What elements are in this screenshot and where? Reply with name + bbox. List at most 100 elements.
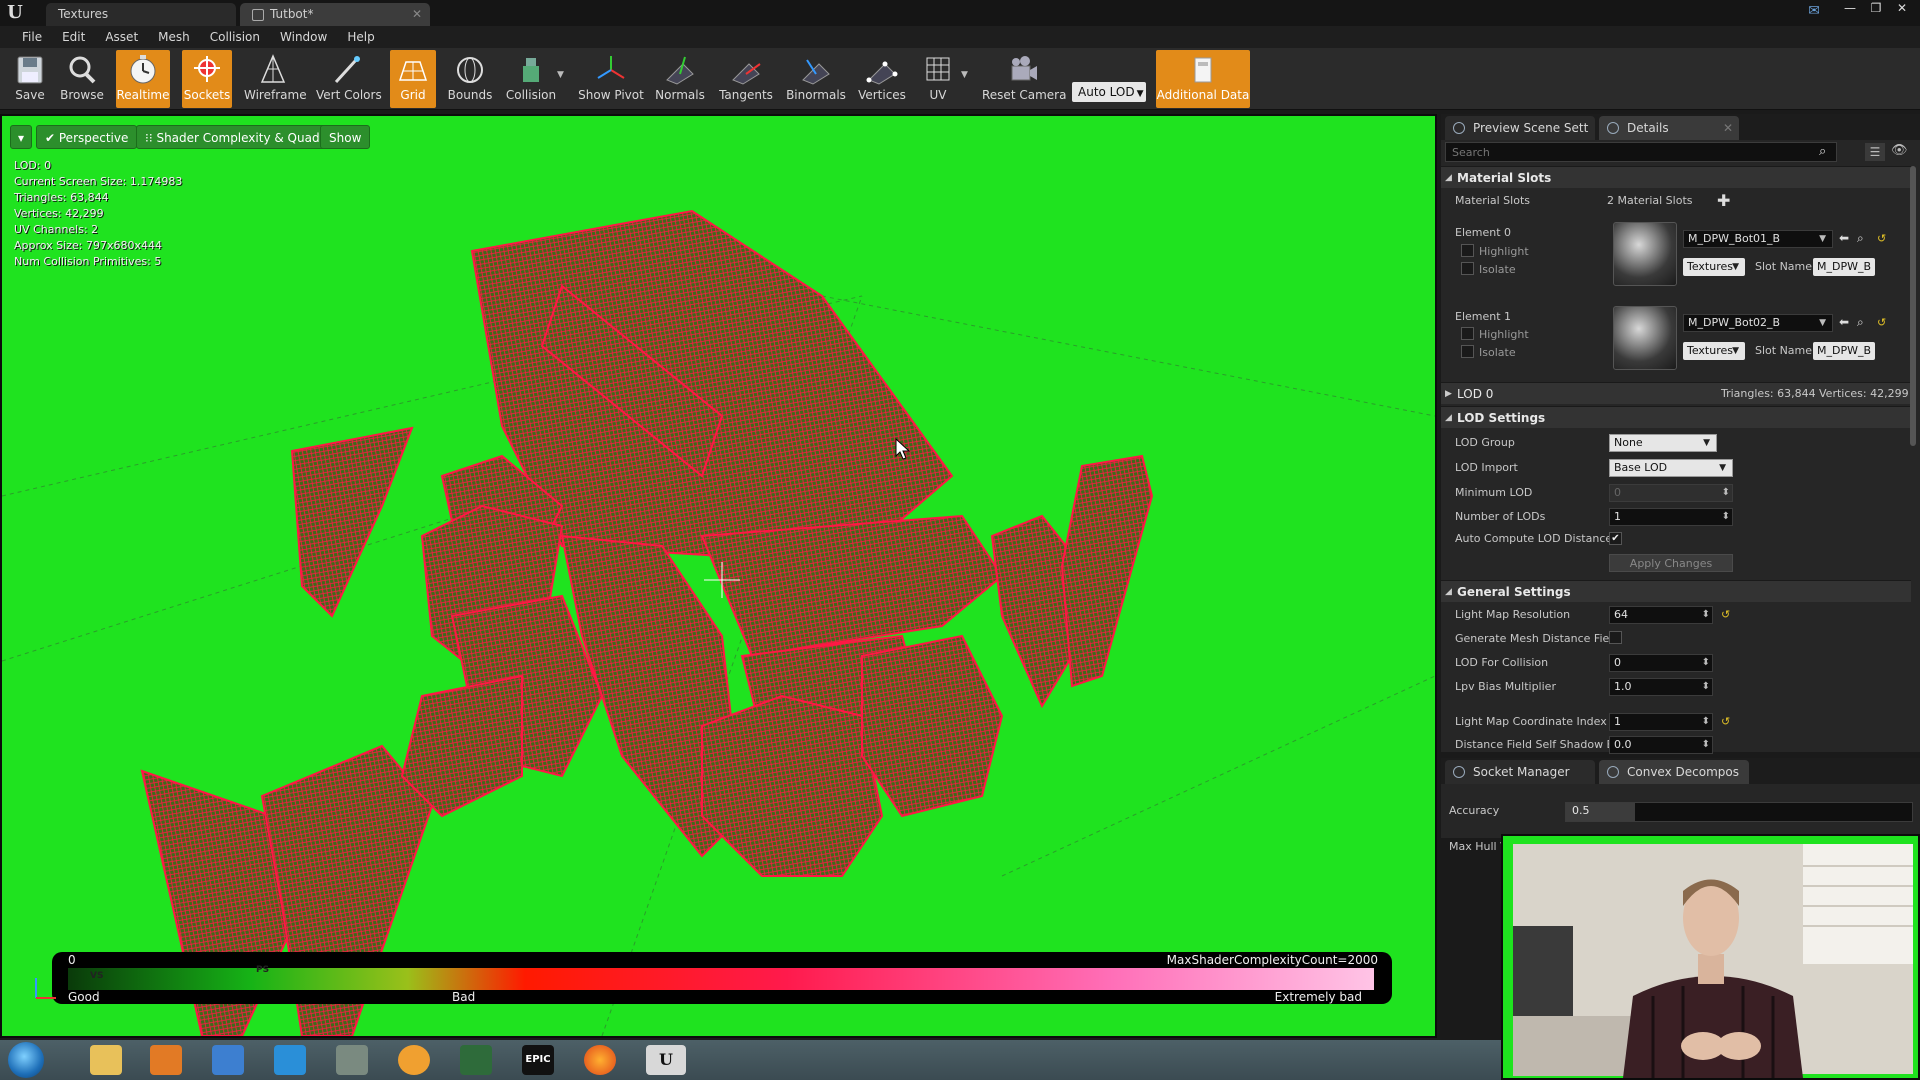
convex-decomposition-panel: Socket Manager Convex Decompos Accuracy … xyxy=(1441,758,1920,853)
menu-edit[interactable]: Edit xyxy=(52,30,95,44)
vert-colors-button[interactable]: Vert Colors xyxy=(316,50,382,108)
slot-name-field-0[interactable]: M_DPW_B xyxy=(1813,258,1875,276)
perspective-button[interactable]: ✔ Perspective xyxy=(36,125,138,149)
section-material-slots[interactable]: ◢ Material Slots xyxy=(1441,166,1911,188)
section-general-settings[interactable]: ◢ General Settings xyxy=(1441,580,1911,602)
material-thumbnail-0[interactable] xyxy=(1613,222,1677,286)
eye-icon[interactable]: 👁 xyxy=(1891,143,1908,158)
auto-lod-dropdown[interactable]: Auto LOD ▼ xyxy=(1072,82,1146,102)
menu-file[interactable]: File xyxy=(12,30,52,44)
bb-app-icon[interactable] xyxy=(274,1045,306,1075)
df-self-shadow-field[interactable]: 0.0 ⬍ xyxy=(1609,736,1713,754)
browse-asset-icon[interactable]: ⌕ xyxy=(1857,231,1864,246)
firefox-icon[interactable] xyxy=(584,1045,616,1075)
generate-mesh-df-checkbox[interactable] xyxy=(1609,631,1622,644)
tab-tutbot[interactable]: Tutbot* ✕ xyxy=(240,3,430,26)
browse-button[interactable]: Browse xyxy=(58,50,106,108)
add-icon[interactable]: ✚ xyxy=(1717,191,1730,210)
isolate-checkbox-0[interactable] xyxy=(1461,262,1474,275)
binormals-button[interactable]: Binormals xyxy=(786,50,846,108)
slot-name-field-1[interactable]: M_DPW_B xyxy=(1813,342,1875,360)
unreal-editor-taskbar-icon[interactable]: U xyxy=(646,1045,686,1075)
light-map-coord-field[interactable]: 1 ⬍ xyxy=(1609,713,1713,731)
normals-button[interactable]: Normals xyxy=(654,50,706,108)
close-button[interactable]: ✕ xyxy=(1890,0,1914,16)
wireframe-button[interactable]: Wireframe xyxy=(244,50,307,108)
menu-window[interactable]: Window xyxy=(270,30,337,44)
reset-to-default-icon[interactable]: ↺ xyxy=(1877,232,1886,245)
section-lod-settings[interactable]: ◢ LOD Settings xyxy=(1441,406,1911,428)
uv-dropdown-icon[interactable]: ▼ xyxy=(961,70,968,80)
uv-button[interactable]: UV xyxy=(918,50,958,108)
isolate-checkbox-1[interactable] xyxy=(1461,345,1474,358)
tab-convex-decomposition[interactable]: Convex Decompos xyxy=(1599,760,1749,784)
paint-app-icon[interactable] xyxy=(336,1045,368,1075)
highlight-checkbox-1[interactable] xyxy=(1461,327,1474,340)
apply-changes-button[interactable]: Apply Changes xyxy=(1609,554,1733,572)
vertices-button[interactable]: Vertices xyxy=(856,50,908,108)
light-map-resolution-field[interactable]: 64 ⬍ xyxy=(1609,606,1713,624)
auto-compute-lod-checkbox[interactable]: ✔ xyxy=(1609,532,1622,545)
media-player-icon[interactable] xyxy=(150,1045,182,1075)
use-selected-arrow-icon[interactable]: ⬅ xyxy=(1839,231,1849,245)
details-scrollbar[interactable] xyxy=(1910,166,1916,446)
reset-to-default-icon[interactable]: ↺ xyxy=(1721,715,1730,728)
textures-dropdown-0[interactable]: Textures ▼ xyxy=(1683,258,1745,276)
terminal-icon[interactable] xyxy=(460,1045,492,1075)
lod-group-dropdown[interactable]: None ▼ xyxy=(1609,434,1717,452)
list-view-icon[interactable]: ☰ xyxy=(1865,143,1885,161)
reset-to-default-icon[interactable]: ↺ xyxy=(1721,608,1730,621)
textures-dropdown-1[interactable]: Textures ▼ xyxy=(1683,342,1745,360)
element-1-label: Element 1 xyxy=(1455,310,1512,323)
tangents-button[interactable]: Tangents xyxy=(718,50,774,108)
lpv-bias-field[interactable]: 1.0 ⬍ xyxy=(1609,678,1713,696)
show-button[interactable]: Show xyxy=(320,125,371,149)
collision-button[interactable]: Collision xyxy=(504,50,558,108)
sockets-button[interactable]: Sockets xyxy=(182,50,232,108)
menu-collision[interactable]: Collision xyxy=(200,30,270,44)
menu-asset[interactable]: Asset xyxy=(95,30,148,44)
lod-for-collision-field[interactable]: 0 ⬍ xyxy=(1609,654,1713,672)
start-button[interactable] xyxy=(8,1042,44,1078)
realtime-button[interactable]: Realtime xyxy=(116,50,170,108)
browse-asset-icon[interactable]: ⌕ xyxy=(1857,315,1864,330)
close-tab-icon[interactable]: ✕ xyxy=(412,3,422,26)
search-icon[interactable]: ⌕ xyxy=(1819,144,1826,159)
tab-preview-scene-settings[interactable]: Preview Scene Sett xyxy=(1445,116,1595,140)
accuracy-slider[interactable]: 0.5 xyxy=(1565,802,1913,822)
material-picker-0[interactable]: M_DPW_Bot01_B ▼ xyxy=(1683,230,1833,248)
tab-details[interactable]: Details ✕ xyxy=(1599,116,1739,140)
menu-help[interactable]: Help xyxy=(337,30,384,44)
tab-textures[interactable]: Textures xyxy=(46,3,236,26)
show-pivot-button[interactable]: Show Pivot xyxy=(578,50,644,108)
reset-to-default-icon[interactable]: ↺ xyxy=(1877,316,1886,329)
details-search-input[interactable] xyxy=(1445,142,1837,162)
collision-dropdown-icon[interactable]: ▼ xyxy=(557,70,564,80)
blender-icon[interactable] xyxy=(398,1045,430,1075)
bounds-button[interactable]: Bounds xyxy=(446,50,494,108)
material-thumbnail-1[interactable] xyxy=(1613,306,1677,370)
grid-button[interactable]: Grid xyxy=(390,50,436,108)
unreal-logo-icon[interactable]: U xyxy=(4,2,26,24)
view-mode-button[interactable]: ⁝⁝ Shader Complexity & Quads xyxy=(136,125,335,149)
tab-socket-manager[interactable]: Socket Manager xyxy=(1445,760,1595,784)
lod0-header: LOD 0 xyxy=(1457,387,1494,401)
viewport-options-button[interactable]: ▾ xyxy=(10,125,32,149)
use-selected-arrow-icon[interactable]: ⬅ xyxy=(1839,315,1849,329)
pen-tool-icon[interactable] xyxy=(212,1045,244,1075)
file-explorer-icon[interactable] xyxy=(90,1045,122,1075)
epic-games-icon[interactable]: EPIC xyxy=(522,1045,554,1075)
save-button[interactable]: Save xyxy=(8,50,52,108)
lod-import-dropdown[interactable]: Base LOD ▼ xyxy=(1609,459,1733,477)
mesh-viewport[interactable]: ▾ ✔ Perspective ⁝⁝ Shader Complexity & Q… xyxy=(0,114,1437,1038)
restore-button[interactable]: ❐ xyxy=(1864,0,1888,16)
menu-mesh[interactable]: Mesh xyxy=(148,30,200,44)
number-of-lods-field[interactable]: 1 ⬍ xyxy=(1609,508,1733,526)
close-details-tab-icon[interactable]: ✕ xyxy=(1723,116,1733,140)
additional-data-button[interactable]: Additional Data xyxy=(1156,50,1250,108)
reset-camera-button[interactable]: Reset Camera xyxy=(982,50,1066,108)
feedback-icon[interactable]: ✉ xyxy=(1808,3,1820,19)
minimize-button[interactable]: — xyxy=(1838,0,1862,16)
material-picker-1[interactable]: M_DPW_Bot02_B ▼ xyxy=(1683,314,1833,332)
highlight-checkbox-0[interactable] xyxy=(1461,244,1474,257)
